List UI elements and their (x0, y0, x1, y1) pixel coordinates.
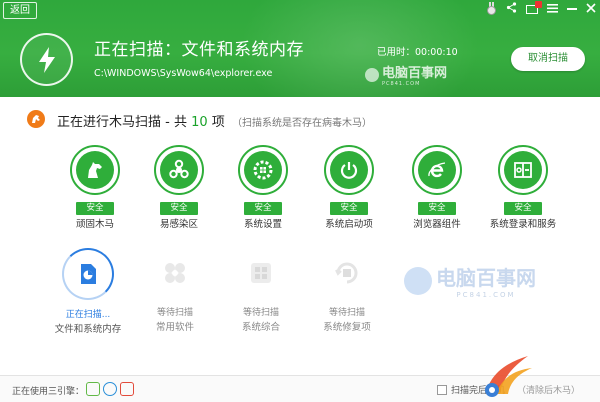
logo-text: 电脑百事网 (382, 66, 448, 81)
menu-icon[interactable] (547, 3, 558, 16)
windows-icon (242, 254, 280, 292)
status-badge: 安全 (330, 202, 368, 215)
elapsed-label: 已用时： (377, 47, 416, 58)
engine-label: 正在使用三引擎： (12, 387, 85, 397)
mail-icon[interactable] (526, 0, 542, 14)
power-icon (330, 151, 368, 189)
windows-gear-icon (244, 151, 282, 189)
watermark-text: 电脑百事网 (436, 266, 536, 290)
scan-title: 正在扫描：文件和系统内存 (94, 40, 304, 60)
close-icon[interactable] (586, 2, 596, 16)
section-hint: （扫描系统是否存在病毒木马） (232, 118, 372, 129)
scan-header: 返回 正在扫描：文件和系统内存 C:\WINDOWS\SysWow64\expl… (0, 0, 600, 97)
scan-item-login-services[interactable]: 安全 系统登录和服务 (468, 145, 578, 230)
back-button[interactable]: 返回 (3, 2, 37, 19)
status-badge: 安全 (418, 202, 456, 215)
software-icon (156, 254, 194, 292)
horse-icon (76, 151, 114, 189)
elapsed-value: 00:00:10 (415, 47, 458, 58)
engine-qvm-icon[interactable] (103, 382, 117, 396)
share-icon[interactable] (506, 2, 517, 16)
browser-icon (418, 151, 456, 189)
medal-icon[interactable] (485, 2, 497, 16)
file-memory-icon (68, 254, 108, 294)
item-count: 10 (191, 115, 208, 130)
watermark-ball-icon (404, 266, 432, 295)
section-title-prefix: 正在进行木马扫描 - 共 (57, 115, 187, 130)
scan-item-system-repair[interactable]: 等待扫描 系统修复项 (292, 248, 402, 333)
site-logo: 电脑百事网 PC841.COM (365, 62, 447, 87)
repair-icon (328, 254, 366, 292)
lightning-icon (20, 33, 73, 86)
biohazard-icon (160, 151, 198, 189)
status-badge: 安全 (504, 202, 542, 215)
cancel-scan-button[interactable]: 取消扫描 (511, 47, 585, 71)
horse-section-icon (27, 110, 45, 128)
elapsed-time: 已用时：00:00:10 (377, 44, 458, 58)
item-label: 系统修复项 (323, 322, 371, 333)
login-service-icon (504, 151, 542, 189)
scan-path: C:\WINDOWS\SysWow64\explorer.exe (94, 68, 273, 79)
status-badge: 安全 (76, 202, 114, 215)
engine-cloud-icon[interactable] (86, 382, 100, 396)
watermark: 电脑百事网 PC841.COM (404, 262, 536, 299)
minimize-icon[interactable] (567, 8, 577, 10)
shutdown-checkbox[interactable] (437, 384, 447, 395)
status-badge: 安全 (160, 202, 198, 215)
status-badge: 安全 (244, 202, 282, 215)
logo-ball-icon (365, 67, 379, 82)
corner-logo-icon (485, 356, 532, 397)
engine-local-icon[interactable] (120, 382, 134, 396)
section-title-suffix: 项 (211, 115, 225, 130)
scan-status: 等待扫描 (328, 308, 365, 318)
section-title: 正在进行木马扫描 - 共 10 项 (57, 111, 225, 130)
logo-sub: PC841.COM (382, 81, 421, 87)
window-controls (485, 0, 596, 16)
watermark-sub: PC841.COM (456, 291, 516, 299)
item-label: 系统登录和服务 (489, 219, 557, 230)
